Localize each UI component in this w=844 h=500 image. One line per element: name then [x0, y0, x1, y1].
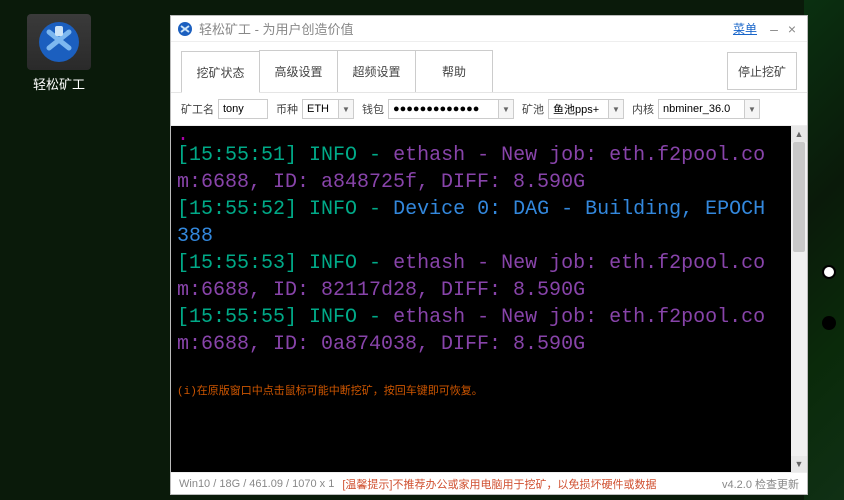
- terminal-line: [15:55:51] INFO - ethash - New job: eth.…: [177, 142, 785, 196]
- miner-name-label: 矿工名: [181, 101, 214, 117]
- desktop-shortcut-label: 轻松矿工: [14, 74, 104, 93]
- tab-bar: 挖矿状态 高级设置 超频设置 帮助 停止挖矿: [171, 42, 807, 93]
- wallet-select[interactable]: [388, 99, 498, 119]
- pool-label: 矿池: [522, 101, 544, 117]
- tab-mining-status[interactable]: 挖矿状态: [181, 51, 259, 93]
- status-tip: [温馨提示]不推荐办公或家用电脑用于挖矿，以免损坏硬件或数据: [342, 476, 656, 492]
- scroll-down-icon[interactable]: ▼: [791, 456, 807, 472]
- close-button[interactable]: ×: [783, 21, 801, 37]
- tab-help[interactable]: 帮助: [415, 50, 493, 92]
- terminal-line: [15:55:55] INFO - ethash - New job: eth.…: [177, 304, 785, 358]
- version-check-update[interactable]: v4.2.0 检查更新: [722, 476, 799, 492]
- titlebar: 轻松矿工 - 为用户创造价值 菜单 – ×: [171, 16, 807, 42]
- terminal-output: . [15:55:51] INFO - ethash - New job: et…: [171, 126, 791, 472]
- bg-decor-circle: [822, 265, 836, 279]
- app-icon: [27, 14, 91, 70]
- menu-link[interactable]: 菜单: [733, 20, 757, 37]
- bg-decor-circle: [822, 316, 836, 330]
- system-info: Win10 / 18G / 461.09 / 1070 x 1: [179, 478, 334, 490]
- kernel-select[interactable]: [658, 99, 744, 119]
- chevron-down-icon[interactable]: ▼: [338, 99, 354, 119]
- minimize-button[interactable]: –: [765, 21, 783, 37]
- pool-select[interactable]: [548, 99, 608, 119]
- terminal-line: [15:55:52] INFO - Device 0: DAG - Buildi…: [177, 196, 785, 250]
- chevron-down-icon[interactable]: ▼: [744, 99, 760, 119]
- config-row: 矿工名 币种 ▼ 钱包 ▼ 矿池 ▼ 内核 ▼: [171, 93, 807, 126]
- tab-overclock-settings[interactable]: 超频设置: [337, 50, 415, 92]
- desktop-shortcut[interactable]: 轻松矿工: [14, 14, 104, 93]
- tab-advanced-settings[interactable]: 高级设置: [259, 50, 337, 92]
- miner-name-input[interactable]: [218, 99, 268, 119]
- terminal-line: [15:55:53] INFO - ethash - New job: eth.…: [177, 250, 785, 304]
- window-title: 轻松矿工 - 为用户创造价值: [199, 19, 733, 38]
- chevron-down-icon[interactable]: ▼: [498, 99, 514, 119]
- kernel-label: 内核: [632, 101, 654, 117]
- app-logo-icon: [177, 21, 193, 37]
- status-bar: Win10 / 18G / 461.09 / 1070 x 1 [温馨提示]不推…: [171, 472, 807, 494]
- app-window: 轻松矿工 - 为用户创造价值 菜单 – × 挖矿状态 高级设置 超频设置 帮助 …: [170, 15, 808, 495]
- scroll-thumb[interactable]: [793, 142, 805, 252]
- wallet-label: 钱包: [362, 101, 384, 117]
- terminal-footer-warn: (i)在原版窗口中点击鼠标可能中断挖矿，按回车键即可恢复。: [177, 385, 785, 400]
- coin-select[interactable]: [302, 99, 338, 119]
- scroll-up-icon[interactable]: ▲: [791, 126, 807, 142]
- coin-label: 币种: [276, 101, 298, 117]
- chevron-down-icon[interactable]: ▼: [608, 99, 624, 119]
- scrollbar[interactable]: ▲ ▼: [791, 126, 807, 472]
- stop-mining-button[interactable]: 停止挖矿: [727, 52, 797, 90]
